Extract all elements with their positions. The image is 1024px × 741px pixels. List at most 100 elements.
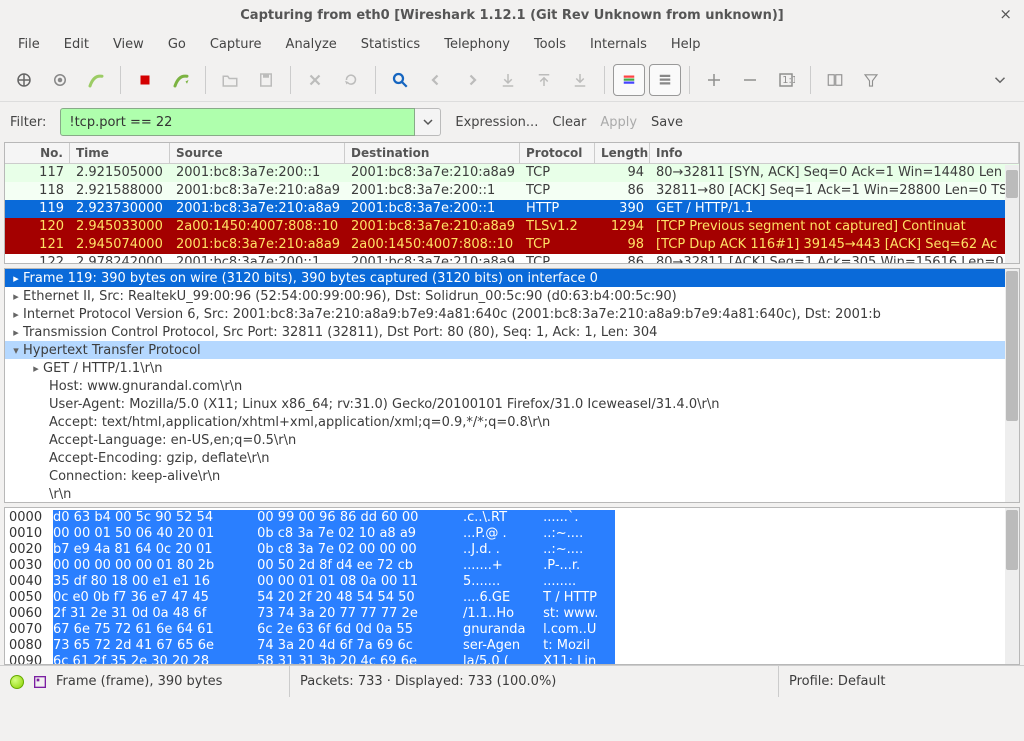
detail-http-line[interactable]: Accept: text/html,application/xhtml+xml,… (5, 413, 1019, 431)
expand-icon[interactable]: ▸ (9, 290, 23, 303)
col-length[interactable]: Length (595, 143, 650, 163)
zoom-out-icon[interactable] (734, 64, 766, 96)
options-icon[interactable] (44, 64, 76, 96)
reload-icon[interactable] (335, 64, 367, 96)
detail-ethernet[interactable]: ▸Ethernet II, Src: RealtekU_99:00:96 (52… (5, 287, 1019, 305)
svg-text:1:1: 1:1 (782, 75, 795, 86)
zoom-100-icon[interactable]: 1:1 (770, 64, 802, 96)
hex-row[interactable]: 004035 df 80 18 00 e1 e1 16 00 00 01 01 … (9, 574, 1015, 590)
hex-row[interactable]: 008073 65 72 2d 41 67 65 6e 74 3a 20 4d … (9, 638, 1015, 654)
detail-http-line[interactable]: User-Agent: Mozilla/5.0 (X11; Linux x86_… (5, 395, 1019, 413)
detail-http-line[interactable]: Connection: keep-alive\r\n (5, 467, 1019, 485)
scrollbar[interactable] (1005, 165, 1019, 263)
filter-input[interactable] (60, 108, 415, 136)
autoscroll-icon[interactable] (649, 64, 681, 96)
status-packets: Packets: 733 · Displayed: 733 (100.0%) (300, 674, 556, 689)
hex-row[interactable]: 003000 00 00 00 00 01 80 2b 00 50 2d 8f … (9, 558, 1015, 574)
start-capture-icon[interactable] (80, 64, 112, 96)
resize-columns-icon[interactable] (819, 64, 851, 96)
detail-http[interactable]: ▾Hypertext Transfer Protocol (5, 341, 1019, 359)
capture-led-icon (10, 675, 24, 689)
menu-help[interactable]: Help (661, 33, 711, 56)
packet-row[interactable]: 1172.9215050002001:bc8:3a7e:200::12001:b… (5, 164, 1019, 182)
packet-list[interactable]: No. Time Source Destination Protocol Len… (4, 142, 1020, 264)
go-forward-icon[interactable] (456, 64, 488, 96)
separator (810, 66, 811, 94)
apply-button[interactable]: Apply (600, 115, 637, 130)
menu-capture[interactable]: Capture (200, 33, 272, 56)
hex-view[interactable]: 0000d0 63 b4 00 5c 90 52 54 00 99 00 96 … (4, 507, 1020, 665)
colorize-icon[interactable] (613, 64, 645, 96)
save-file-icon[interactable] (250, 64, 282, 96)
col-proto[interactable]: Protocol (520, 143, 595, 163)
toolbar-overflow-icon[interactable] (984, 64, 1016, 96)
detail-http-line[interactable]: \r\n (5, 485, 1019, 502)
expand-icon[interactable]: ▸ (9, 272, 23, 285)
col-source[interactable]: Source (170, 143, 345, 163)
go-back-icon[interactable] (420, 64, 452, 96)
detail-tcp[interactable]: ▸Transmission Control Protocol, Src Port… (5, 323, 1019, 341)
separator (205, 66, 206, 94)
packet-row[interactable]: 1222.9782420002001:bc8:3a7e:200::12001:b… (5, 254, 1019, 263)
detail-http-get[interactable]: ▸GET / HTTP/1.1\r\n (5, 359, 1019, 377)
go-last-icon[interactable] (564, 64, 596, 96)
hex-row[interactable]: 00602f 31 2e 31 0d 0a 48 6f 73 74 3a 20 … (9, 606, 1015, 622)
expand-icon[interactable]: ▸ (9, 308, 23, 321)
col-no[interactable]: No. (5, 143, 70, 163)
expression-button[interactable]: Expression... (455, 115, 538, 130)
detail-frame[interactable]: ▸Frame 119: 390 bytes on wire (3120 bits… (5, 269, 1019, 287)
scrollbar[interactable] (1005, 508, 1019, 664)
status-profile[interactable]: Profile: Default (789, 674, 885, 689)
detail-ipv6[interactable]: ▸Internet Protocol Version 6, Src: 2001:… (5, 305, 1019, 323)
packet-row[interactable]: 1202.9450330002a00:1450:4007:808::102001… (5, 218, 1019, 236)
restart-capture-icon[interactable] (165, 64, 197, 96)
expert-info-icon[interactable] (32, 674, 48, 690)
hex-row[interactable]: 0020b7 e9 4a 81 64 0c 20 01 0b c8 3a 7e … (9, 542, 1015, 558)
menu-bar: File Edit View Go Capture Analyze Statis… (0, 30, 1024, 58)
close-file-icon[interactable] (299, 64, 331, 96)
packet-list-header[interactable]: No. Time Source Destination Protocol Len… (5, 143, 1019, 164)
capture-filters-icon[interactable] (855, 64, 887, 96)
packet-row[interactable]: 1182.9215880002001:bc8:3a7e:210:a8a92001… (5, 182, 1019, 200)
save-button[interactable]: Save (651, 115, 683, 130)
menu-view[interactable]: View (103, 33, 154, 56)
interfaces-icon[interactable] (8, 64, 40, 96)
status-bar: Frame (frame), 390 bytes Packets: 733 · … (0, 665, 1024, 697)
menu-internals[interactable]: Internals (580, 33, 657, 56)
menu-go[interactable]: Go (158, 33, 196, 56)
menu-statistics[interactable]: Statistics (351, 33, 430, 56)
open-file-icon[interactable] (214, 64, 246, 96)
col-time[interactable]: Time (70, 143, 170, 163)
menu-tools[interactable]: Tools (524, 33, 576, 56)
packet-row[interactable]: 1212.9450740002001:bc8:3a7e:210:a8a92a00… (5, 236, 1019, 254)
separator (290, 66, 291, 94)
menu-edit[interactable]: Edit (54, 33, 99, 56)
hex-row[interactable]: 00500c e0 0b f7 36 e7 47 45 54 20 2f 20 … (9, 590, 1015, 606)
detail-http-line[interactable]: Host: www.gnurandal.com\r\n (5, 377, 1019, 395)
scrollbar[interactable] (1005, 269, 1019, 502)
hex-row[interactable]: 00906c 61 2f 35 2e 30 20 28 58 31 31 3b … (9, 654, 1015, 665)
detail-http-line[interactable]: Accept-Encoding: gzip, deflate\r\n (5, 449, 1019, 467)
go-first-icon[interactable] (528, 64, 560, 96)
detail-http-line[interactable]: Accept-Language: en-US,en;q=0.5\r\n (5, 431, 1019, 449)
find-icon[interactable] (384, 64, 416, 96)
collapse-icon[interactable]: ▾ (9, 344, 23, 357)
stop-capture-icon[interactable] (129, 64, 161, 96)
zoom-in-icon[interactable] (698, 64, 730, 96)
clear-button[interactable]: Clear (552, 115, 586, 130)
packet-details[interactable]: ▸Frame 119: 390 bytes on wire (3120 bits… (4, 268, 1020, 503)
expand-icon[interactable]: ▸ (29, 362, 43, 375)
hex-row[interactable]: 0000d0 63 b4 00 5c 90 52 54 00 99 00 96 … (9, 510, 1015, 526)
filter-dropdown-icon[interactable] (415, 108, 441, 136)
menu-telephony[interactable]: Telephony (434, 33, 520, 56)
packet-row[interactable]: 1192.9237300002001:bc8:3a7e:210:a8a92001… (5, 200, 1019, 218)
hex-row[interactable]: 001000 00 01 50 06 40 20 01 0b c8 3a 7e … (9, 526, 1015, 542)
close-icon[interactable]: × (999, 5, 1012, 23)
menu-file[interactable]: File (8, 33, 50, 56)
col-info[interactable]: Info (650, 143, 1019, 163)
go-to-packet-icon[interactable] (492, 64, 524, 96)
menu-analyze[interactable]: Analyze (276, 33, 347, 56)
hex-row[interactable]: 007067 6e 75 72 61 6e 64 61 6c 2e 63 6f … (9, 622, 1015, 638)
expand-icon[interactable]: ▸ (9, 326, 23, 339)
col-dest[interactable]: Destination (345, 143, 520, 163)
